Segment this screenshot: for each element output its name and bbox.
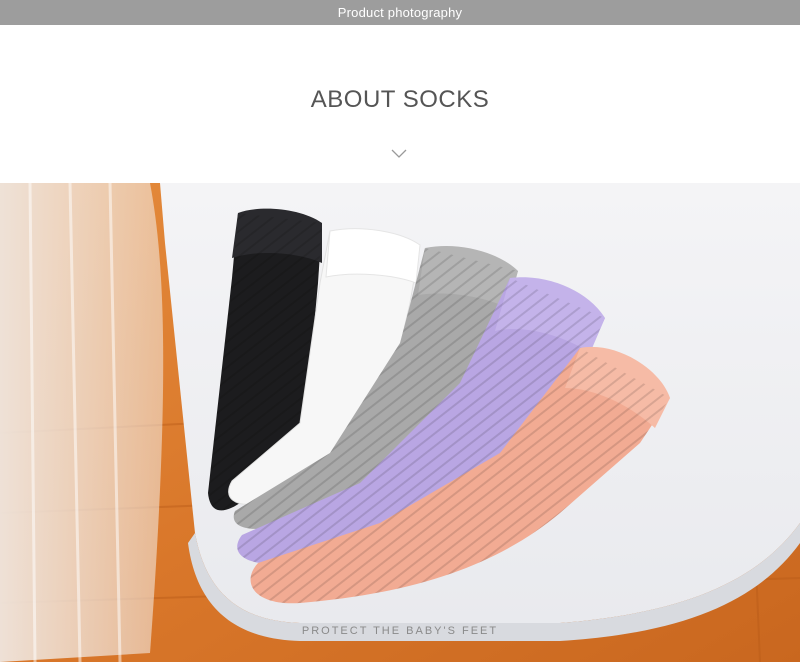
product-page: Product photography ABOUT SOCKS PROTECT … xyxy=(0,0,800,662)
socks-photo-illustration xyxy=(0,183,800,662)
section-title: ABOUT SOCKS xyxy=(310,86,490,113)
section-header-bar: Product photography xyxy=(0,0,800,25)
chevron-down-icon xyxy=(391,149,407,158)
product-photo xyxy=(0,183,800,662)
photo-caption: PROTECT THE BABY'S FEET xyxy=(301,625,499,637)
section-header-label: Product photography xyxy=(337,5,463,20)
